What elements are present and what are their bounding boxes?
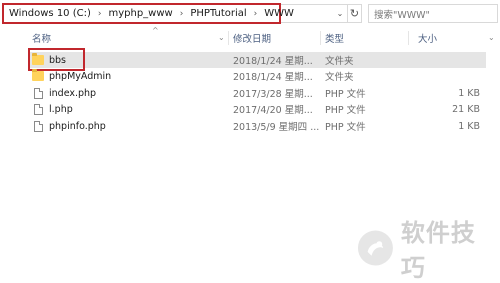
address-bar-empty-area[interactable] <box>281 4 333 23</box>
watermark-logo-icon <box>357 230 393 266</box>
search-placeholder: 搜索"WWW" <box>374 9 430 21</box>
column-type[interactable]: 类型 <box>325 29 344 47</box>
file-row-l-php[interactable]: l.php 2017/4/20 星期... PHP 文件 21 KB <box>28 101 486 117</box>
file-name: phpMyAdmin <box>49 70 112 82</box>
file-date: 2018/1/24 星期... <box>233 56 313 67</box>
address-bar[interactable]: Windows 10 (C:) › myphp_www › PHPTutoria… <box>2 3 294 24</box>
search-input[interactable]: 搜索"WWW" <box>368 4 498 23</box>
column-date[interactable]: 修改日期 <box>233 29 271 47</box>
sort-up-icon: ^ <box>152 26 159 35</box>
breadcrumb-myphp-www[interactable]: myphp_www <box>108 8 172 19</box>
chevron-down-icon[interactable]: ⌄ <box>218 33 225 42</box>
column-header: ^ 名称 ⌄ 修改日期 类型 大小 ⌄ <box>28 26 500 47</box>
breadcrumb-drive[interactable]: Windows 10 (C:) <box>9 8 91 19</box>
address-bar-row: Windows 10 (C:) › myphp_www › PHPTutoria… <box>0 0 500 28</box>
file-date: 2018/1/24 星期... <box>233 72 313 83</box>
column-size[interactable]: 大小 <box>418 29 437 47</box>
watermark-text: 软件技巧 <box>400 219 476 282</box>
file-name-cell[interactable]: phpMyAdmin <box>32 68 111 84</box>
chevron-right-icon[interactable]: › <box>98 9 102 19</box>
file-date: 2013/5/9 星期四 ... <box>233 122 320 133</box>
php-file-icon <box>34 87 43 99</box>
watermark: 软件技巧 <box>356 219 498 282</box>
column-name[interactable]: 名称 <box>32 29 51 47</box>
file-name-cell[interactable]: phpinfo.php <box>32 118 106 134</box>
file-name: bbs <box>49 54 67 66</box>
breadcrumb-phptutorial[interactable]: PHPTutorial <box>190 8 246 19</box>
folder-icon <box>32 53 44 65</box>
file-name-cell[interactable]: index.php <box>32 85 96 101</box>
chevron-down-icon[interactable]: ⌄ <box>333 4 347 23</box>
refresh-icon[interactable]: ↻ <box>347 4 362 23</box>
file-size: 1 KB <box>458 87 480 99</box>
column-divider[interactable] <box>320 31 321 45</box>
file-name: l.php <box>49 103 73 115</box>
php-file-icon <box>34 103 43 115</box>
file-size: 1 KB <box>458 120 480 132</box>
php-file-icon <box>34 120 43 132</box>
file-row-index-php[interactable]: index.php 2017/3/28 星期... PHP 文件 1 KB <box>28 85 486 101</box>
file-row-bbs[interactable]: bbs 2018/1/24 星期... 文件夹 <box>28 48 486 71</box>
file-type: 文件夹 <box>325 56 354 67</box>
file-date: 2017/3/28 星期... <box>233 89 313 100</box>
file-date: 2017/4/20 星期... <box>233 105 313 116</box>
file-name-cell[interactable]: bbs <box>28 48 85 71</box>
file-type: PHP 文件 <box>325 89 366 100</box>
file-name: phpinfo.php <box>49 120 106 132</box>
file-name: index.php <box>49 87 97 99</box>
file-name-cell[interactable]: l.php <box>32 101 73 117</box>
column-divider[interactable] <box>408 31 409 45</box>
file-type: PHP 文件 <box>325 105 366 116</box>
file-type: 文件夹 <box>325 72 354 83</box>
chevron-right-icon[interactable]: › <box>254 9 258 19</box>
file-size: 21 KB <box>452 103 480 115</box>
folder-icon <box>32 69 44 81</box>
file-type: PHP 文件 <box>325 122 366 133</box>
chevron-right-icon[interactable]: › <box>180 9 184 19</box>
chevron-down-icon[interactable]: ⌄ <box>488 33 495 42</box>
file-row-phpmyadmin[interactable]: phpMyAdmin 2018/1/24 星期... 文件夹 <box>28 68 486 84</box>
column-divider[interactable] <box>228 31 229 45</box>
file-row-phpinfo-php[interactable]: phpinfo.php 2013/5/9 星期四 ... PHP 文件 1 KB <box>28 118 486 134</box>
